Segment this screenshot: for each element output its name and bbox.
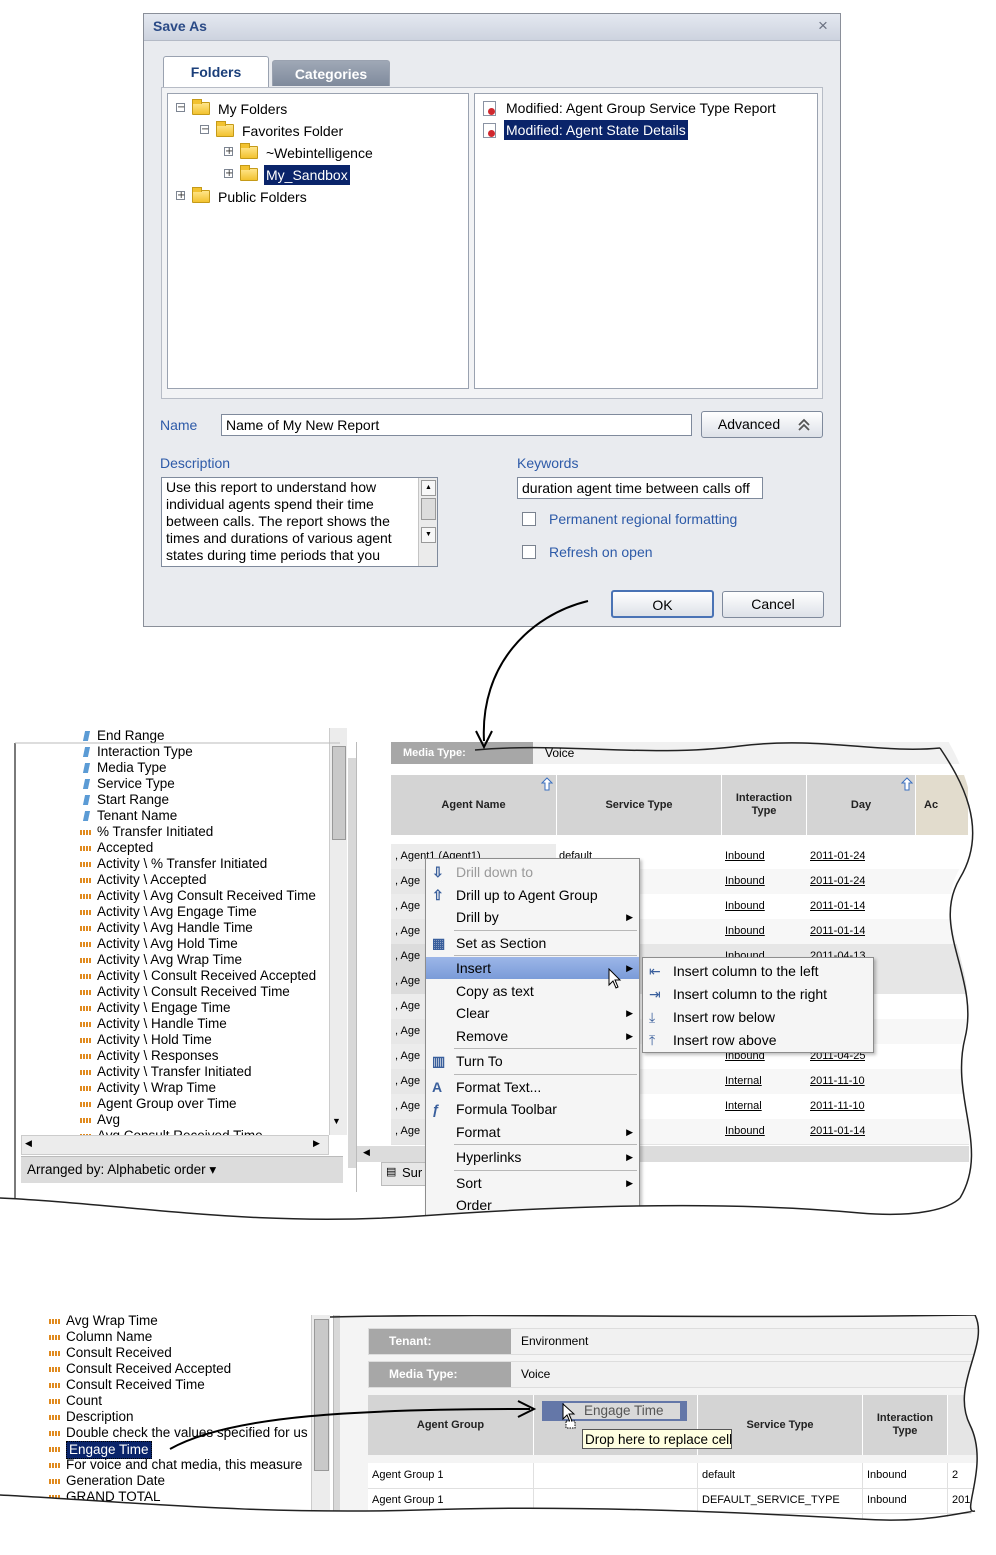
expand-icon[interactable]: + <box>224 169 233 179</box>
tab-folders[interactable]: Folders <box>163 56 269 88</box>
favorites-folder-icon <box>216 121 234 137</box>
dialog-titlebar[interactable]: Save As × <box>144 14 840 41</box>
permanent-formatting-label[interactable]: Permanent regional formatting <box>549 511 737 527</box>
description-label: Description <box>160 455 231 471</box>
dialog-title: Save As <box>153 18 207 34</box>
torn-edge-decoration <box>0 1315 996 1555</box>
advanced-label: Advanced <box>717 416 781 432</box>
tree-item-my-sandbox[interactable]: + My_Sandbox <box>168 165 468 185</box>
folder-panels: − My Folders − Favorites Folder + ~Webin… <box>161 87 823 399</box>
tree-item-my-folders[interactable]: − My Folders <box>168 99 468 119</box>
flow-arrow-icon <box>475 600 589 750</box>
name-label: Name <box>160 417 198 433</box>
folder-icon <box>192 187 210 203</box>
tree-item-favorites-folder[interactable]: − Favorites Folder <box>168 121 468 141</box>
tree-item-label: Public Folders <box>218 189 307 205</box>
scroll-down-arrow-icon[interactable]: ▼ <box>421 527 436 543</box>
scroll-up-arrow-icon[interactable]: ▲ <box>421 480 436 496</box>
report-icon <box>483 101 496 116</box>
refresh-on-open-checkbox[interactable] <box>522 545 536 559</box>
keywords-input[interactable]: duration agent time between calls off <box>517 477 763 499</box>
folder-icon <box>240 143 258 159</box>
permanent-formatting-checkbox[interactable] <box>522 512 536 526</box>
tree-item-label-selected: My_Sandbox <box>264 165 350 185</box>
tab-categories[interactable]: Categories <box>272 60 390 86</box>
expand-icon[interactable]: + <box>176 191 185 201</box>
name-input[interactable]: Name of My New Report <box>221 414 692 436</box>
report-panel-context-menu: End Range Interaction Type Media Type Servi… <box>0 728 996 1223</box>
report-list: Modified: Agent Group Service Type Repor… <box>474 93 818 389</box>
report-panel-drag-drop: Avg Wrap Time Column Name Consult Received… <box>0 1315 996 1555</box>
report-item-label: Modified: Agent State Details <box>504 120 688 140</box>
report-icon <box>483 123 496 138</box>
keywords-label: Keywords <box>517 455 579 471</box>
tree-item-webintelligence[interactable]: + ~Webintelligence <box>168 143 468 163</box>
ok-button[interactable]: OK <box>611 590 714 618</box>
report-item-selected[interactable]: Modified: Agent State Details <box>483 120 813 140</box>
refresh-on-open-label[interactable]: Refresh on open <box>549 544 653 560</box>
folder-tree: − My Folders − Favorites Folder + ~Webin… <box>167 93 469 389</box>
cancel-button[interactable]: Cancel <box>722 591 824 618</box>
close-icon[interactable]: × <box>818 16 828 36</box>
expand-icon[interactable]: + <box>224 147 233 157</box>
tree-item-public-folders[interactable]: + Public Folders <box>168 187 468 207</box>
description-textarea[interactable]: Use this report to understand how indivi… <box>161 477 438 567</box>
collapse-icon[interactable]: − <box>176 103 185 113</box>
report-item[interactable]: Modified: Agent Group Service Type Repor… <box>483 98 813 118</box>
tree-item-label: My Folders <box>218 101 288 117</box>
folder-icon <box>240 165 258 181</box>
description-text: Use this report to understand how indivi… <box>166 479 392 563</box>
folder-icon <box>192 99 210 115</box>
torn-edge-decoration <box>0 728 996 1223</box>
advanced-button[interactable]: Advanced <box>701 411 823 438</box>
tree-item-label: ~Webintelligence <box>266 145 373 161</box>
collapse-icon[interactable]: − <box>200 125 209 135</box>
report-item-label: Modified: Agent Group Service Type Repor… <box>506 100 776 116</box>
scroll-thumb[interactable] <box>421 498 436 520</box>
save-as-dialog: Save As × Folders Categories − My Folder… <box>143 13 841 627</box>
double-chevron-up-icon <box>798 418 810 431</box>
scrollbar[interactable]: ▲ ▼ <box>418 478 437 566</box>
tree-item-label: Favorites Folder <box>242 123 344 139</box>
